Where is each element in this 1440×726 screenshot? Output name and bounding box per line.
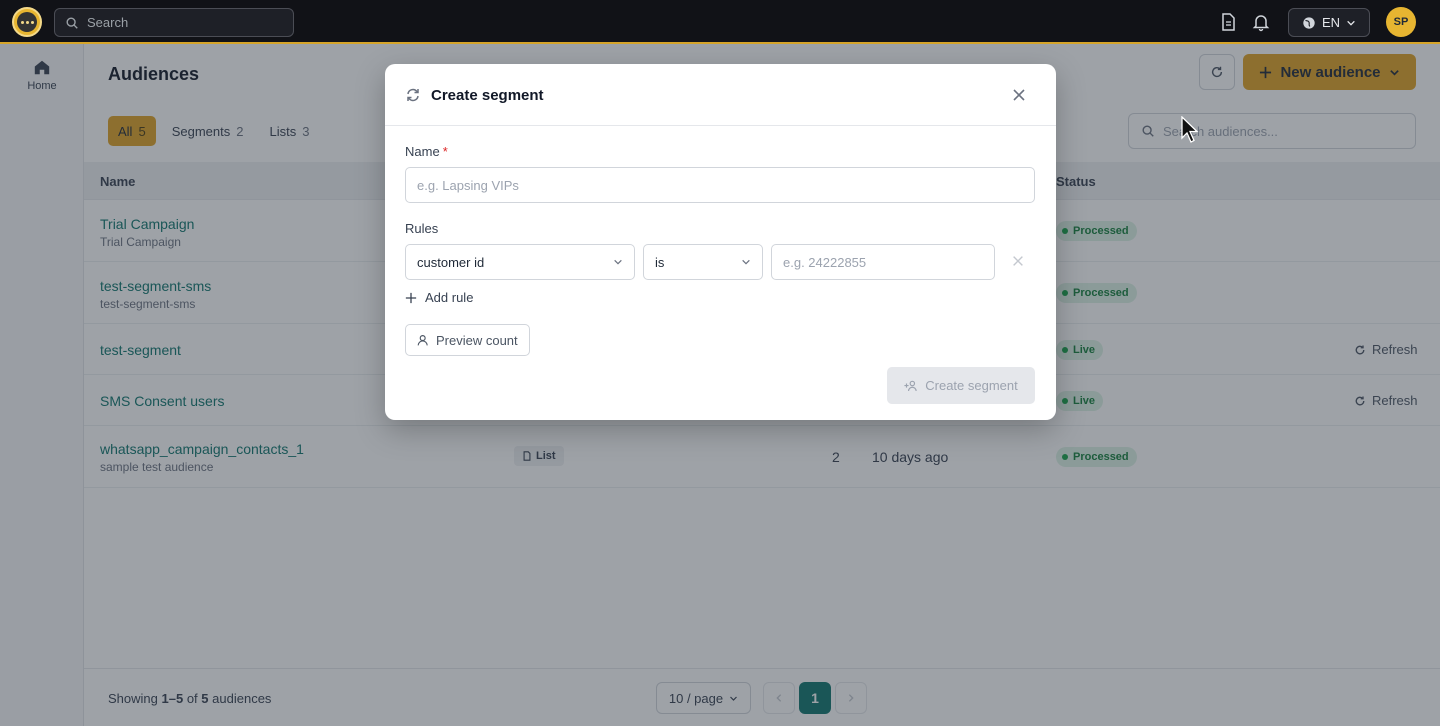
global-search-placeholder: Search	[87, 15, 129, 30]
user-avatar[interactable]: SP	[1386, 7, 1416, 37]
preview-count-label: Preview count	[436, 332, 518, 348]
mouse-cursor-icon	[1181, 116, 1199, 143]
rule-value-placeholder: e.g. 24222855	[783, 254, 867, 270]
bell-icon[interactable]	[1251, 12, 1271, 32]
user-icon	[417, 334, 428, 345]
required-mark: *	[442, 144, 448, 159]
create-segment-modal: Create segment Name * e.g. Lapsing VIPs R…	[385, 64, 1056, 420]
language-selector[interactable]: EN	[1288, 8, 1370, 37]
name-field-label: Name *	[405, 144, 448, 159]
segment-name-input[interactable]: e.g. Lapsing VIPs	[405, 167, 1035, 203]
rule-operator-select[interactable]: is	[643, 244, 763, 280]
logo-mark	[17, 12, 37, 32]
rule-field-value: customer id	[417, 254, 485, 270]
modal-title: Create segment	[431, 87, 544, 104]
rules-label: Rules	[405, 221, 439, 236]
rule-field-select[interactable]: customer id	[405, 244, 635, 280]
language-code: EN	[1321, 15, 1341, 30]
chevron-down-icon	[742, 259, 750, 265]
chevron-down-icon	[614, 259, 622, 265]
add-users-icon	[904, 380, 917, 391]
document-icon[interactable]	[1218, 12, 1238, 32]
search-icon	[66, 16, 78, 29]
close-icon[interactable]	[1009, 85, 1029, 105]
create-segment-label: Create segment	[925, 378, 1018, 393]
add-rule-button[interactable]: Add rule	[405, 290, 473, 305]
app-logo[interactable]	[12, 7, 42, 37]
add-rule-label: Add rule	[425, 290, 474, 305]
create-segment-button[interactable]: Create segment	[887, 367, 1035, 404]
globe-icon	[1303, 16, 1315, 29]
plus-icon	[405, 292, 417, 303]
rule-value-input[interactable]: e.g. 24222855	[771, 244, 995, 280]
modal-header: Create segment	[385, 64, 1056, 126]
segment-name-placeholder: e.g. Lapsing VIPs	[417, 177, 519, 193]
remove-rule-icon[interactable]	[1011, 254, 1025, 268]
rule-operator-value: is	[655, 254, 665, 270]
sync-icon	[407, 88, 419, 102]
top-bar: Search EN SP	[0, 0, 1440, 44]
name-label-text: Name	[405, 144, 440, 159]
preview-count-button[interactable]: Preview count	[405, 324, 530, 356]
chevron-down-icon	[1347, 20, 1355, 26]
global-search-input[interactable]: Search	[54, 8, 294, 37]
